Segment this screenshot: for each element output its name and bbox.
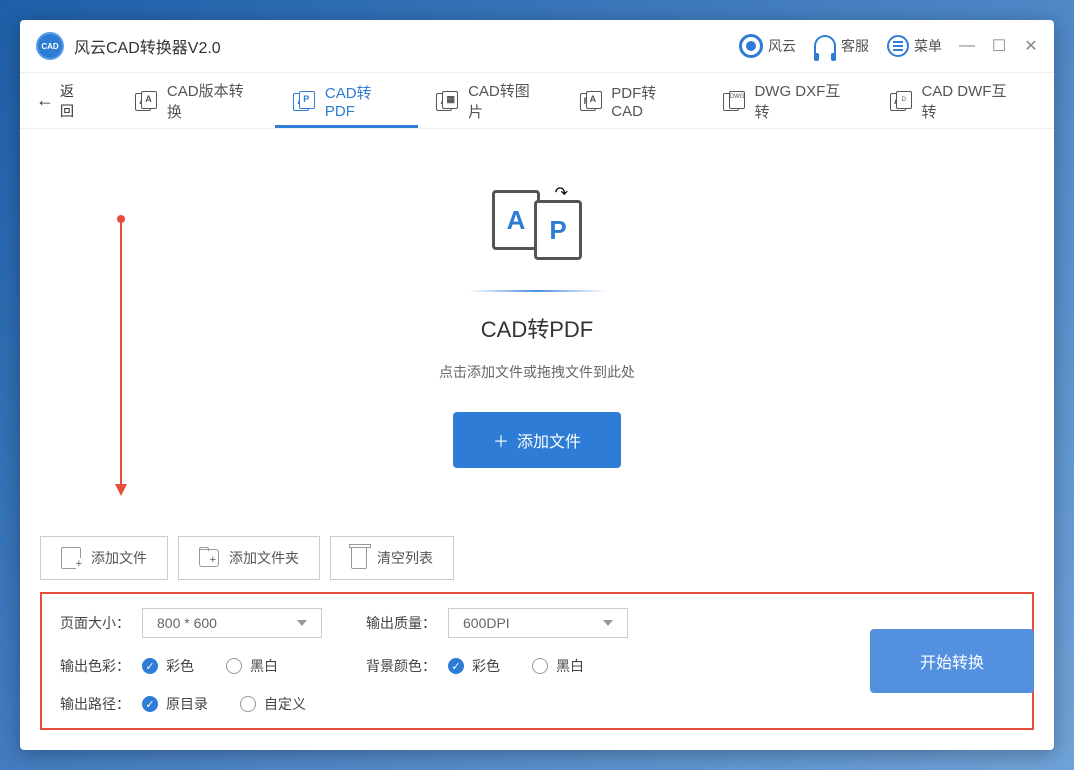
cad-pdf-icon: AP xyxy=(293,91,317,111)
hero-icon: A P ↷ xyxy=(492,185,582,265)
cad-version-icon: AA xyxy=(135,91,159,111)
tab-label: CAD转图片 xyxy=(468,80,544,122)
hero-subtitle: 点击添加文件或拖拽文件到此处 xyxy=(439,362,635,382)
add-folder-label: 添加文件夹 xyxy=(229,548,299,568)
clear-list-label: 清空列表 xyxy=(377,548,433,568)
fengyun-label: 风云 xyxy=(768,36,796,56)
file-add-icon xyxy=(61,547,81,569)
tab-cad-to-pdf[interactable]: AP CAD转PDF xyxy=(275,73,418,128)
close-button[interactable]: ✕ xyxy=(1024,39,1038,53)
pdf-cad-icon: PA xyxy=(580,91,604,111)
tab-cad-dwf[interactable]: AD CAD DWF互转 xyxy=(872,73,1038,128)
fengyun-link[interactable]: 风云 xyxy=(739,34,796,58)
dwg-dxf-icon: DWG xyxy=(723,91,747,111)
color-option-label: 彩色 xyxy=(166,656,194,676)
tab-label: PDF转CAD xyxy=(611,82,687,120)
radio-icon xyxy=(240,696,256,712)
trash-icon xyxy=(351,547,367,569)
chevron-down-icon xyxy=(297,620,307,631)
radio-icon xyxy=(532,658,548,674)
doc-a-icon: A xyxy=(492,190,540,250)
output-quality-label: 输出质量： xyxy=(366,613,436,633)
start-convert-button[interactable]: 开始转换 xyxy=(870,629,1034,693)
page-size-row: 页面大小： 800 * 600 xyxy=(60,608,326,638)
headset-icon xyxy=(814,35,836,57)
tab-label: DWG DXF互转 xyxy=(754,80,853,122)
toolbar: 添加文件 添加文件夹 清空列表 xyxy=(20,524,1054,592)
output-color-color-radio[interactable]: 彩色 xyxy=(142,656,194,676)
radio-checked-icon xyxy=(142,658,158,674)
add-file-label: 添加文件 xyxy=(91,548,147,568)
tab-label: CAD转PDF xyxy=(325,82,401,120)
menu-icon xyxy=(887,35,909,57)
path-original-label: 原目录 xyxy=(166,694,208,714)
bg-color-color-radio[interactable]: 彩色 xyxy=(448,656,500,676)
tab-pdf-to-cad[interactable]: PA PDF转CAD xyxy=(562,73,705,128)
clear-list-button[interactable]: 清空列表 xyxy=(330,536,454,580)
cad-dwf-icon: AD xyxy=(890,91,914,111)
bg-bw-option-label: 黑白 xyxy=(556,656,584,676)
tab-label: CAD版本转换 xyxy=(167,80,257,122)
output-path-original-radio[interactable]: 原目录 xyxy=(142,694,208,714)
titlebar: CAD 风云CAD转换器V2.0 风云 客服 菜单 — ☐ ✕ xyxy=(20,20,1054,73)
minimize-button[interactable]: — xyxy=(960,39,974,53)
menu-label: 菜单 xyxy=(914,36,942,56)
path-custom-label: 自定义 xyxy=(264,694,306,714)
hero-divider xyxy=(467,290,607,292)
support-label: 客服 xyxy=(841,36,869,56)
maximize-button[interactable]: ☐ xyxy=(992,39,1006,53)
bg-color-row: 背景颜色： 彩色 黑白 xyxy=(366,656,628,676)
output-color-row: 输出色彩： 彩色 黑白 xyxy=(60,656,326,676)
radio-checked-icon xyxy=(142,696,158,712)
titlebar-right: 风云 客服 菜单 — ☐ ✕ xyxy=(739,34,1038,58)
add-folder-button[interactable]: 添加文件夹 xyxy=(178,536,320,580)
radio-checked-icon xyxy=(448,658,464,674)
app-logo-icon: CAD xyxy=(36,32,64,60)
folder-add-icon xyxy=(199,549,219,567)
tab-cad-to-image[interactable]: A▦ CAD转图片 xyxy=(418,73,561,128)
back-button[interactable]: ← 返回 xyxy=(36,81,87,121)
menu-link[interactable]: 菜单 xyxy=(887,35,942,57)
bg-color-bw-radio[interactable]: 黑白 xyxy=(532,656,584,676)
plus-icon: ＋ xyxy=(493,428,509,452)
output-quality-dropdown[interactable]: 600DPI xyxy=(448,608,628,638)
add-file-hero-label: 添加文件 xyxy=(517,428,581,452)
doc-p-icon: P xyxy=(534,200,582,260)
bw-option-label: 黑白 xyxy=(250,656,278,676)
output-path-row: 输出路径： 原目录 自定义 xyxy=(60,694,326,714)
hero-title: CAD转PDF xyxy=(481,312,593,344)
page-size-dropdown[interactable]: 800 * 600 xyxy=(142,608,322,638)
add-file-hero-button[interactable]: ＋ 添加文件 xyxy=(453,412,621,468)
output-quality-row: 输出质量： 600DPI xyxy=(366,608,628,638)
tab-label: CAD DWF互转 xyxy=(921,80,1020,122)
fengyun-icon xyxy=(739,34,763,58)
output-color-bw-radio[interactable]: 黑白 xyxy=(226,656,278,676)
cad-image-icon: A▦ xyxy=(436,91,460,111)
output-quality-value: 600DPI xyxy=(463,615,510,631)
output-path-custom-radio[interactable]: 自定义 xyxy=(240,694,306,714)
back-label: 返回 xyxy=(60,81,87,121)
tab-dwg-dxf[interactable]: DWG DWG DXF互转 xyxy=(705,73,872,128)
support-link[interactable]: 客服 xyxy=(814,35,869,57)
tab-bar: ← 返回 AA CAD版本转换 AP CAD转PDF A▦ CAD转图片 PA … xyxy=(20,73,1054,129)
convert-button-label: 开始转换 xyxy=(920,655,984,672)
app-window: CAD 风云CAD转换器V2.0 风云 客服 菜单 — ☐ ✕ ← 返回 xyxy=(20,20,1054,750)
bg-color-label: 背景颜色： xyxy=(366,656,436,676)
tab-cad-version[interactable]: AA CAD版本转换 xyxy=(117,73,275,128)
bg-color-option-label: 彩色 xyxy=(472,656,500,676)
chevron-down-icon xyxy=(603,620,613,631)
page-size-label: 页面大小： xyxy=(60,613,130,633)
back-arrow-icon: ← xyxy=(36,90,54,111)
app-title: 风云CAD转换器V2.0 xyxy=(74,34,739,58)
page-size-value: 800 * 600 xyxy=(157,615,217,631)
main-area[interactable]: A P ↷ CAD转PDF 点击添加文件或拖拽文件到此处 ＋ 添加文件 xyxy=(20,129,1054,524)
add-file-button[interactable]: 添加文件 xyxy=(40,536,168,580)
radio-icon xyxy=(226,658,242,674)
output-path-label: 输出路径： xyxy=(60,694,130,714)
annotation-arrow xyxy=(120,219,122,494)
output-color-label: 输出色彩： xyxy=(60,656,130,676)
settings-panel: 页面大小： 800 * 600 输出色彩： 彩色 黑白 xyxy=(40,592,1034,730)
